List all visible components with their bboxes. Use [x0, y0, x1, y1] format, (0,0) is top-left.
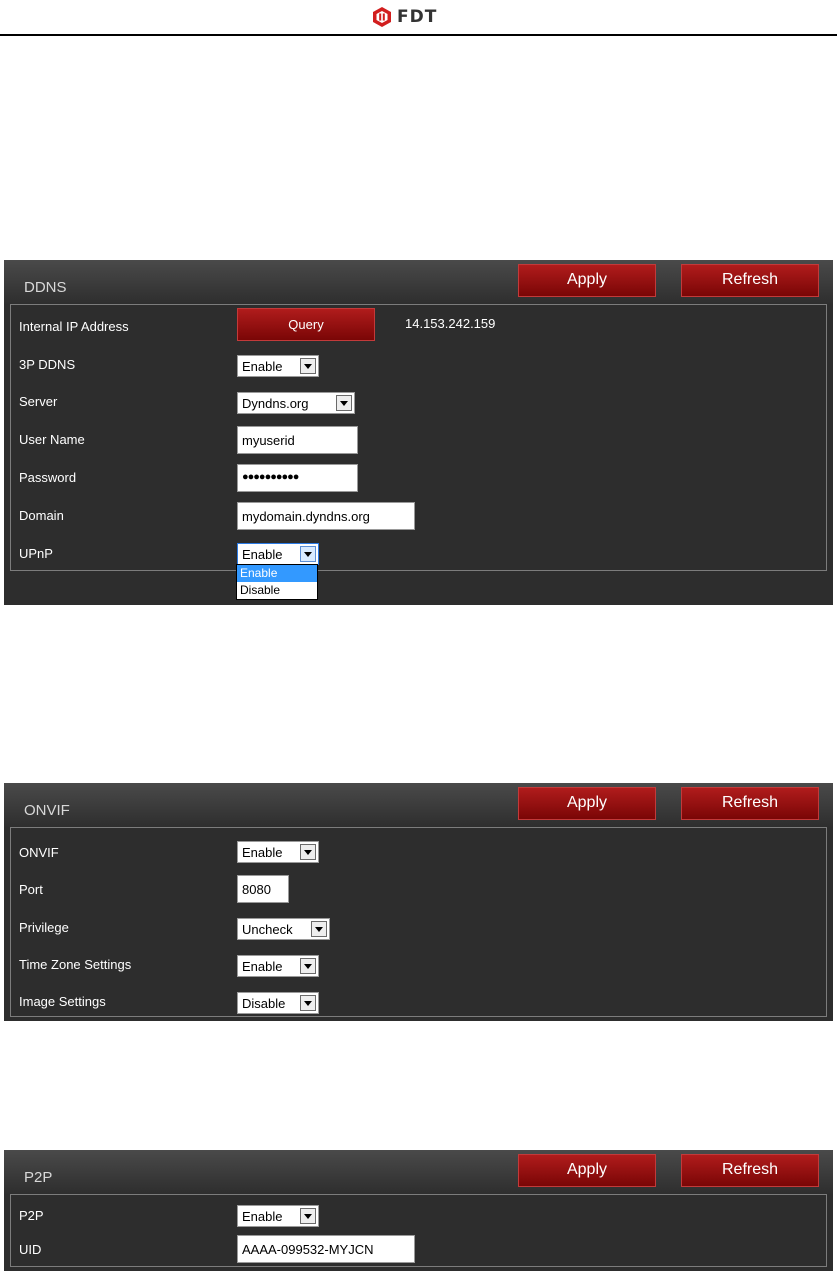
- timezone-row: Time Zone Settings: [11, 950, 826, 978]
- server-row: Server: [11, 387, 826, 415]
- timezone-label: Time Zone Settings: [19, 957, 132, 972]
- port-input[interactable]: 8080: [237, 875, 289, 903]
- timezone-value: Enable: [242, 959, 283, 974]
- upnp-value: Enable: [242, 547, 283, 562]
- username-row: User Name: [11, 425, 826, 453]
- onvif-row: ONVIF: [11, 838, 826, 866]
- onvif-panel-title: ONVIF: [24, 802, 70, 819]
- chevron-down-icon[interactable]: [336, 395, 352, 411]
- ddns3p-value: Enable: [242, 359, 283, 374]
- upnp-row: UPnP: [11, 539, 826, 567]
- uid-label: UID: [19, 1242, 42, 1257]
- chevron-down-icon[interactable]: [300, 358, 316, 374]
- username-input[interactable]: myuserid: [237, 426, 358, 454]
- privilege-row: Privilege: [11, 913, 826, 941]
- ddns-panel: DDNS Apply Refresh Internal IP Address Q…: [4, 260, 833, 605]
- upnp-option-enable[interactable]: Enable: [237, 565, 317, 582]
- image-settings-select[interactable]: Disable: [237, 992, 319, 1014]
- upnp-select[interactable]: Enable: [237, 543, 319, 565]
- password-label: Password: [19, 470, 77, 485]
- uid-row: UID: [11, 1235, 826, 1263]
- fdt-logo-icon: [373, 7, 391, 27]
- uid-input[interactable]: AAAA-099532-MYJCN: [237, 1235, 415, 1263]
- p2p-panel: P2P Apply Refresh P2P Enable UID AAAA-09…: [4, 1150, 833, 1271]
- p2p-panel-title: P2P: [24, 1169, 53, 1186]
- query-button[interactable]: Query: [237, 308, 375, 341]
- refresh-button[interactable]: Refresh: [681, 787, 819, 820]
- server-label: Server: [19, 394, 58, 409]
- apply-button[interactable]: Apply: [518, 264, 656, 297]
- p2p-label: P2P: [19, 1208, 44, 1223]
- chevron-down-icon[interactable]: [300, 844, 316, 860]
- upnp-dropdown-list: Enable Disable: [236, 564, 318, 600]
- chevron-down-icon[interactable]: [300, 958, 316, 974]
- apply-button[interactable]: Apply: [518, 787, 656, 820]
- privilege-select[interactable]: Uncheck: [237, 918, 330, 940]
- header-rule: [0, 34, 837, 36]
- fdt-logo: FDT: [371, 6, 437, 28]
- chevron-down-icon[interactable]: [300, 1208, 316, 1224]
- ddns3p-select[interactable]: Enable: [237, 355, 319, 377]
- server-value: Dyndns.org: [242, 396, 309, 411]
- p2p-value: Enable: [242, 1209, 283, 1224]
- p2p-form: P2P Enable UID AAAA-099532-MYJCN: [10, 1194, 827, 1267]
- chevron-down-icon[interactable]: [300, 995, 316, 1011]
- refresh-button[interactable]: Refresh: [681, 264, 819, 297]
- apply-button[interactable]: Apply: [518, 1154, 656, 1187]
- ddns3p-label: 3P DDNS: [19, 357, 76, 372]
- page-header: FDT: [0, 0, 837, 36]
- privilege-label: Privilege: [19, 920, 69, 935]
- image-settings-value: Disable: [242, 996, 286, 1011]
- chevron-down-icon[interactable]: [311, 921, 327, 937]
- chevron-down-icon[interactable]: [300, 546, 316, 562]
- onvif-form: ONVIF Enable Port 8080 Privilege Uncheck…: [10, 827, 827, 1017]
- logo-text: FDT: [397, 7, 438, 27]
- internal-ip-value: 14.153.242.159: [405, 316, 496, 331]
- domain-row: Domain: [11, 501, 826, 529]
- password-input[interactable]: ●●●●●●●●●●: [237, 464, 358, 492]
- server-select[interactable]: Dyndns.org: [237, 392, 355, 414]
- onvif-value: Enable: [242, 845, 283, 860]
- p2p-select[interactable]: Enable: [237, 1205, 319, 1227]
- upnp-option-disable[interactable]: Disable: [237, 582, 317, 599]
- port-row: Port: [11, 875, 826, 903]
- p2p-row: P2P: [11, 1201, 826, 1229]
- port-label: Port: [19, 882, 43, 897]
- privilege-value: Uncheck: [242, 922, 293, 937]
- username-label: User Name: [19, 432, 85, 447]
- ddns-panel-title: DDNS: [24, 279, 67, 296]
- onvif-panel: ONVIF Apply Refresh ONVIF Enable Port 80…: [4, 783, 833, 1021]
- ddns-form: Internal IP Address Query 14.153.242.159…: [10, 304, 827, 571]
- onvif-label: ONVIF: [19, 845, 59, 860]
- password-row: Password: [11, 463, 826, 491]
- timezone-select[interactable]: Enable: [237, 955, 319, 977]
- image-settings-label: Image Settings: [19, 994, 106, 1009]
- image-settings-row: Image Settings: [11, 987, 826, 1015]
- domain-label: Domain: [19, 508, 64, 523]
- internal-ip-label: Internal IP Address: [19, 319, 129, 334]
- onvif-select[interactable]: Enable: [237, 841, 319, 863]
- domain-input[interactable]: mydomain.dyndns.org: [237, 502, 415, 530]
- refresh-button[interactable]: Refresh: [681, 1154, 819, 1187]
- ddns3p-row: 3P DDNS: [11, 350, 826, 378]
- upnp-label: UPnP: [19, 546, 53, 561]
